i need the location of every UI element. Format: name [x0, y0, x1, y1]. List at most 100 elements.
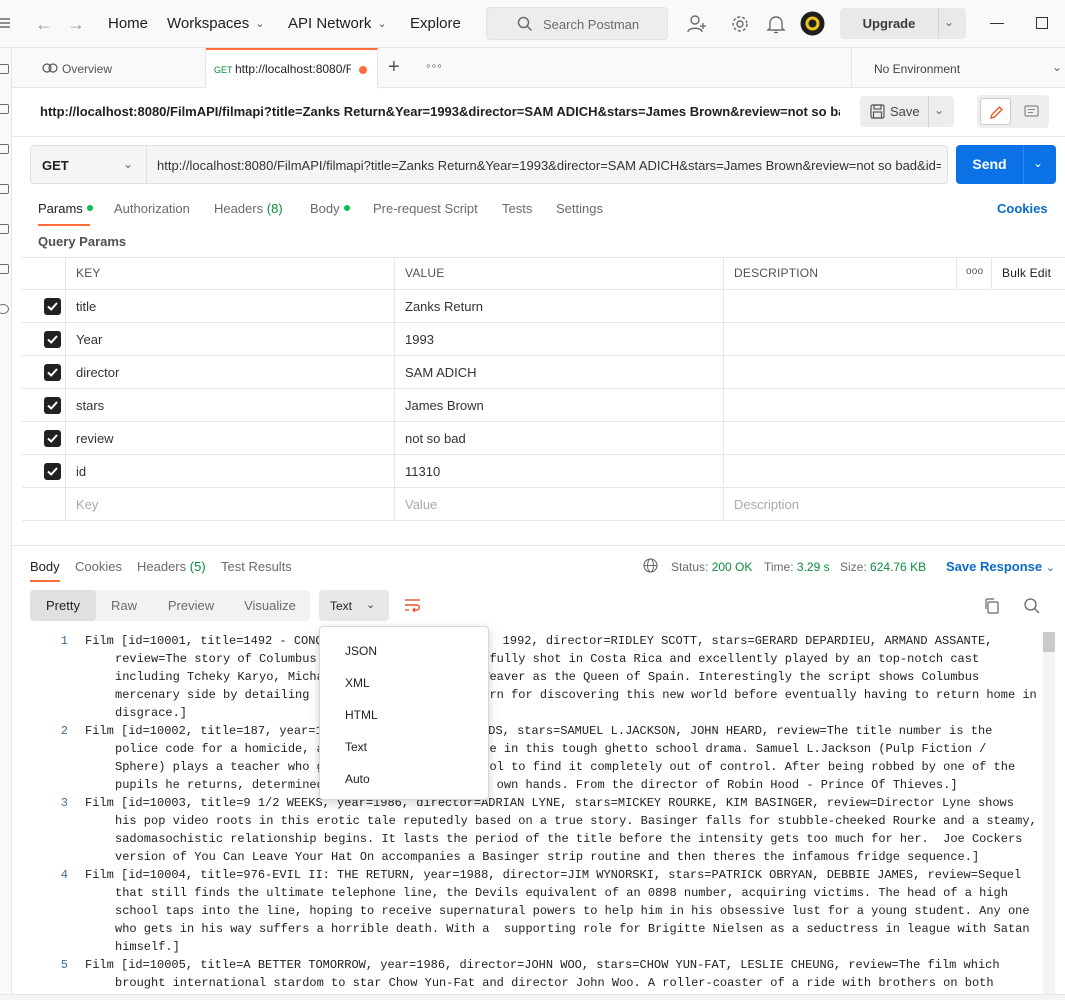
format-option-text[interactable]: Text — [320, 731, 488, 763]
method-select[interactable]: GET ⌄ — [31, 146, 147, 183]
cookies-link[interactable]: Cookies — [997, 201, 1048, 216]
nav-home[interactable]: Home — [108, 15, 148, 32]
new-tab-plus-icon[interactable]: + — [388, 56, 400, 79]
tab-authorization[interactable]: Authorization — [114, 201, 190, 216]
row-description-cell[interactable] — [724, 455, 1065, 488]
edit-mode-button[interactable] — [980, 98, 1011, 125]
format-option-html[interactable]: HTML — [320, 699, 488, 731]
more-tabs-icon[interactable]: ◦◦◦ — [426, 58, 443, 73]
response-tab-body[interactable]: Body — [30, 559, 60, 574]
wrap-lines-button[interactable] — [398, 590, 429, 621]
tab-headers[interactable]: Headers (8) — [214, 201, 283, 216]
format-option-json[interactable]: JSON — [320, 635, 488, 667]
monitors-icon[interactable] — [0, 224, 9, 234]
new-value-input[interactable]: Value — [395, 488, 724, 521]
row-checkbox[interactable] — [44, 430, 61, 447]
tab-request-active[interactable]: GET http://localhost:8080/F — [206, 48, 378, 89]
copy-icon[interactable] — [983, 597, 1001, 615]
new-description-input[interactable]: Description — [724, 488, 1065, 521]
response-divider[interactable] — [12, 545, 1065, 546]
row-checkbox[interactable] — [44, 463, 61, 480]
unsaved-dot-icon[interactable] — [359, 66, 367, 74]
row-value-cell[interactable]: 11310 — [395, 455, 724, 488]
view-preview-button[interactable]: Preview — [154, 590, 228, 621]
search-input[interactable]: Search Postman — [486, 7, 668, 40]
send-button[interactable]: Send ⌄ — [956, 145, 1056, 184]
forward-arrow-icon[interactable]: → — [66, 14, 86, 34]
environments-icon[interactable] — [0, 144, 9, 154]
row-value-cell[interactable]: James Brown — [395, 389, 724, 422]
menu-icon[interactable] — [0, 16, 10, 30]
tab-params[interactable]: Params — [38, 201, 93, 216]
save-button[interactable]: Save ⌄ — [860, 96, 954, 127]
row-value-cell[interactable]: SAM ADICH — [395, 356, 724, 389]
view-pretty-button[interactable]: Pretty — [30, 590, 96, 621]
avatar[interactable] — [800, 11, 825, 36]
tab-tests[interactable]: Tests — [502, 201, 532, 216]
row-description-cell[interactable] — [724, 389, 1065, 422]
row-checkbox[interactable] — [44, 364, 61, 381]
row-key-cell[interactable]: stars — [66, 389, 395, 422]
nav-api-network[interactable]: API Network ⌄ — [288, 15, 387, 32]
row-value-cell[interactable]: Zanks Return — [395, 290, 724, 323]
response-body[interactable]: 1 Film [id=10001, title=1492 - CONQ 1992,… — [30, 632, 1042, 992]
view-raw-button[interactable]: Raw — [96, 590, 152, 621]
row-description-cell[interactable] — [724, 323, 1065, 356]
time-indicator[interactable]: Time: 3.29 s — [764, 560, 830, 574]
response-scrollbar[interactable] — [1043, 632, 1055, 994]
row-description-cell[interactable] — [724, 290, 1065, 323]
tab-overview[interactable]: Overview — [24, 48, 206, 88]
chevron-down-icon[interactable]: ⌄ — [944, 15, 954, 29]
apis-icon[interactable] — [0, 104, 9, 114]
status-indicator[interactable]: Status: 200 OK — [671, 560, 752, 574]
mock-servers-icon[interactable] — [0, 184, 9, 194]
format-select[interactable]: Text ⌄ — [319, 590, 389, 621]
chevron-down-icon[interactable]: ⌄ — [934, 103, 944, 117]
row-value-cell[interactable]: 1993 — [395, 323, 724, 356]
response-tab-headers[interactable]: Headers (5) — [137, 559, 206, 574]
back-arrow-icon[interactable]: ← — [34, 14, 54, 34]
row-checkbox[interactable] — [44, 331, 61, 348]
response-scrollbar-thumb[interactable] — [1043, 632, 1055, 652]
row-key-cell[interactable]: title — [66, 290, 395, 323]
row-value-cell[interactable]: not so bad — [395, 422, 724, 455]
row-checkbox[interactable] — [44, 298, 61, 315]
save-response-button[interactable]: Save Response ⌄ — [946, 559, 1055, 574]
invite-user-icon[interactable] — [686, 13, 708, 35]
settings-gear-icon[interactable] — [729, 13, 751, 35]
row-key-cell[interactable]: director — [66, 356, 395, 389]
row-description-cell[interactable] — [724, 422, 1065, 455]
row-description-cell[interactable] — [724, 356, 1065, 389]
response-tab-test-results[interactable]: Test Results — [221, 559, 292, 574]
view-visualize-button[interactable]: Visualize — [230, 590, 310, 621]
format-option-auto[interactable]: Auto — [320, 763, 488, 795]
bulk-edit-button[interactable]: Bulk Edit — [992, 257, 1065, 290]
request-title[interactable]: http://localhost:8080/FilmAPI/filmapi?ti… — [40, 104, 840, 119]
notifications-bell-icon[interactable] — [765, 13, 787, 35]
chevron-down-icon[interactable]: ⌄ — [1033, 156, 1043, 170]
response-tab-cookies[interactable]: Cookies — [75, 559, 122, 574]
tab-body[interactable]: Body — [310, 201, 350, 216]
upgrade-button[interactable]: Upgrade ⌄ — [840, 8, 966, 39]
row-checkbox[interactable] — [44, 397, 61, 414]
collections-icon[interactable] — [0, 64, 9, 74]
table-more-button[interactable]: ooo — [956, 257, 992, 290]
nav-explore[interactable]: Explore — [410, 15, 461, 32]
window-maximize-button[interactable] — [1036, 17, 1048, 29]
window-minimize-button[interactable] — [990, 23, 1004, 24]
environment-selector[interactable]: No Environment ⌄ — [851, 48, 1065, 88]
history-icon[interactable] — [0, 304, 9, 314]
tab-pre-request-script[interactable]: Pre-request Script — [373, 201, 478, 216]
tab-settings[interactable]: Settings — [556, 201, 603, 216]
globe-icon[interactable] — [643, 558, 658, 573]
flows-icon[interactable] — [0, 264, 9, 274]
search-icon[interactable] — [1023, 597, 1041, 615]
format-option-xml[interactable]: XML — [320, 667, 488, 699]
new-key-input[interactable]: Key — [66, 488, 395, 521]
nav-workspaces[interactable]: Workspaces ⌄ — [167, 15, 264, 32]
comments-button[interactable] — [1016, 98, 1047, 125]
size-indicator[interactable]: Size: 624.76 KB — [840, 560, 926, 574]
url-input[interactable]: http://localhost:8080/FilmAPI/filmapi?ti… — [157, 158, 941, 173]
row-key-cell[interactable]: review — [66, 422, 395, 455]
row-key-cell[interactable]: Year — [66, 323, 395, 356]
